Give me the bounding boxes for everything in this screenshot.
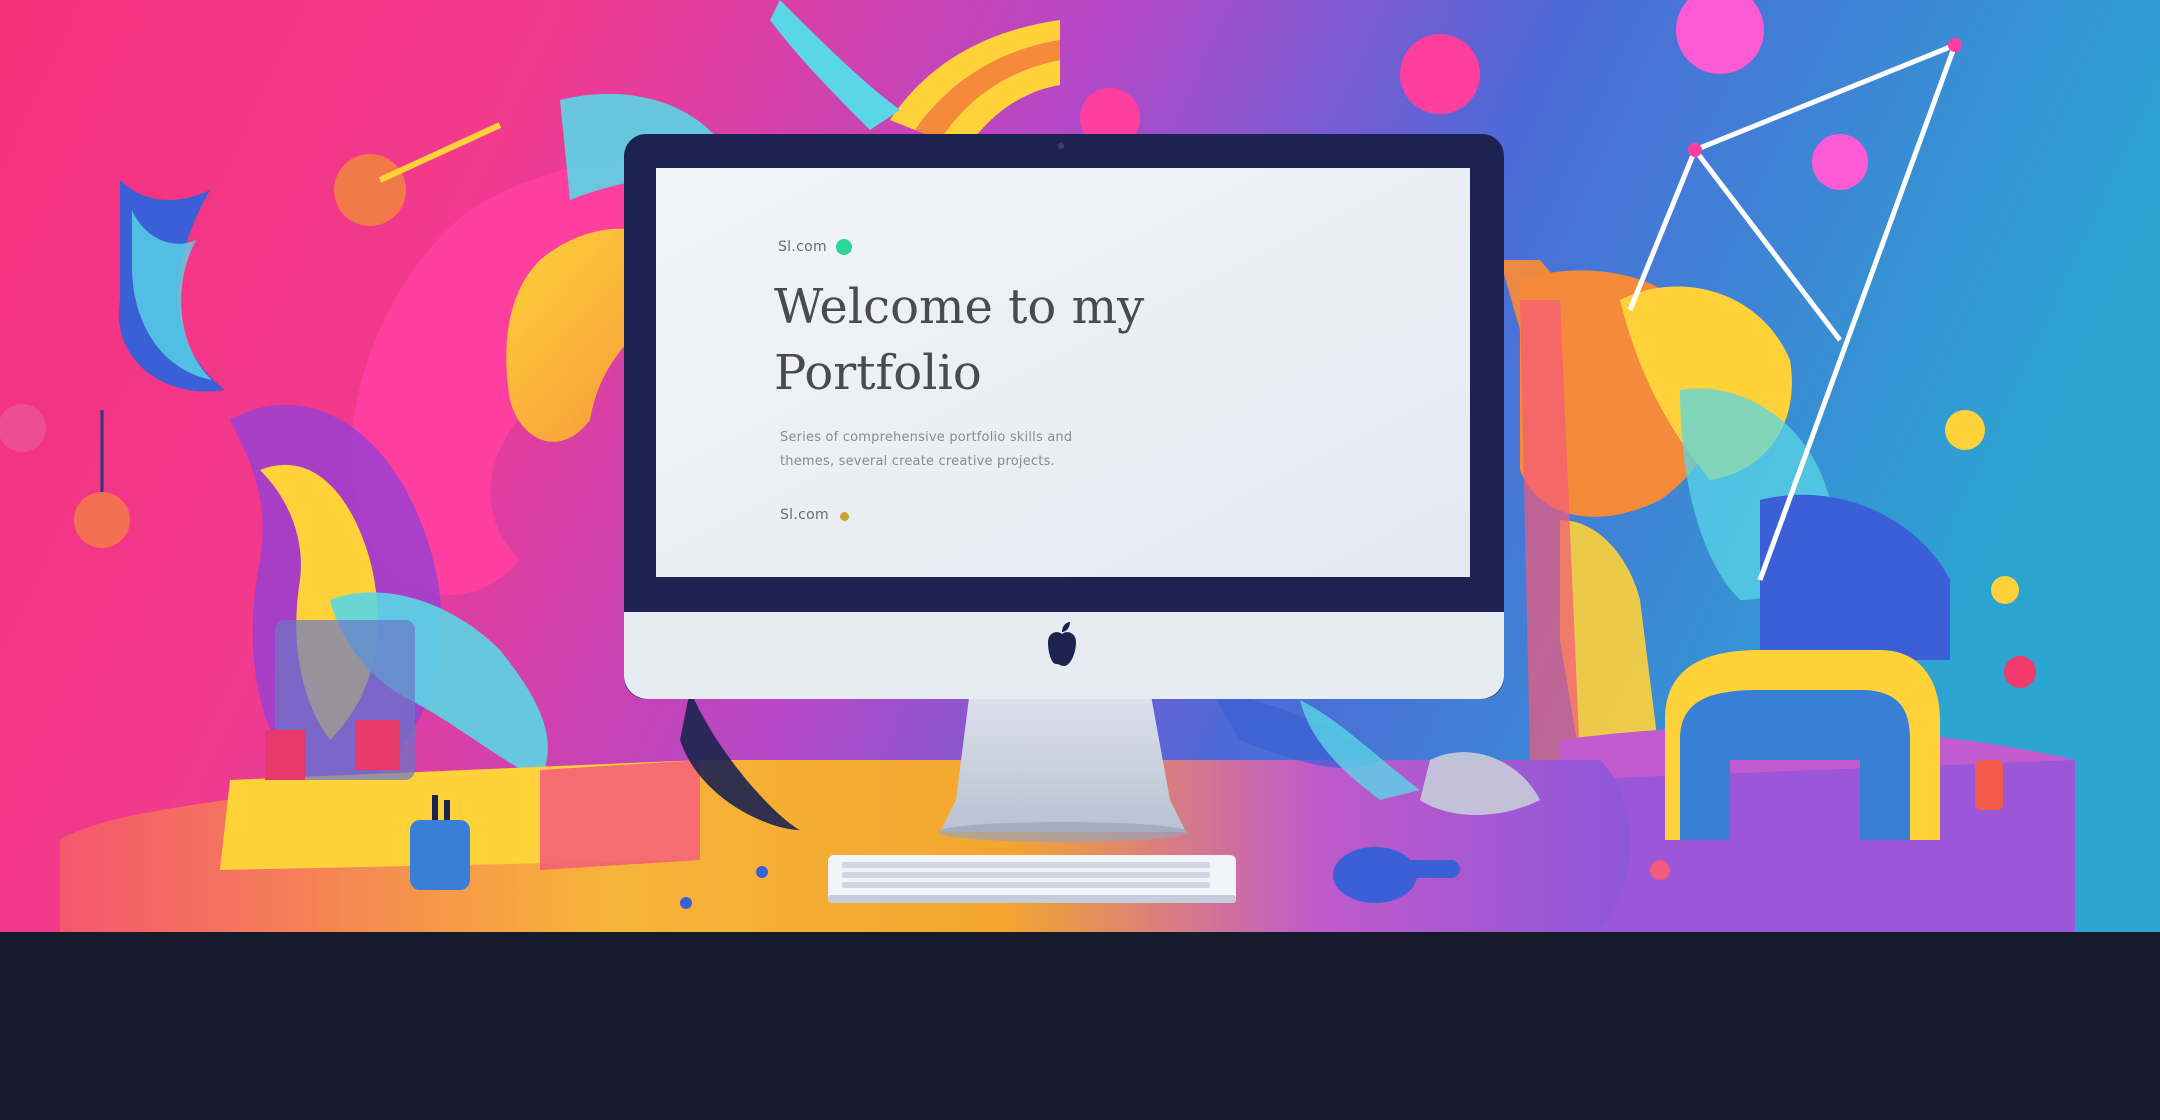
hero-headline: Welcome to my Portfolio — [774, 274, 1334, 406]
right-pink-circle — [1812, 134, 1868, 190]
keyboard — [828, 855, 1236, 903]
body-copy-line-2: themes, several create creative projects… — [780, 454, 1055, 469]
right-jar — [1975, 760, 2003, 810]
green-status-dot — [836, 239, 852, 255]
footer-band — [0, 932, 2160, 1120]
hero-body-copy: Series of comprehensive portfolio skills… — [780, 426, 1180, 474]
site-eyebrow-top: Sl.com — [778, 239, 827, 255]
top-pink-circle — [1400, 34, 1480, 114]
headline-line-2: Portfolio — [774, 345, 982, 401]
gold-status-dot — [840, 512, 849, 521]
site-eyebrow-bottom: Sl.com — [780, 507, 829, 523]
headline-line-1: Welcome to my — [774, 279, 1145, 335]
left-orange-circle — [334, 154, 406, 226]
body-copy-line-1: Series of comprehensive portfolio skills… — [780, 430, 1073, 445]
monitor-stand — [940, 690, 1186, 832]
left-lamp-bulb — [74, 492, 130, 548]
right-yellow-circle — [1945, 410, 1985, 450]
